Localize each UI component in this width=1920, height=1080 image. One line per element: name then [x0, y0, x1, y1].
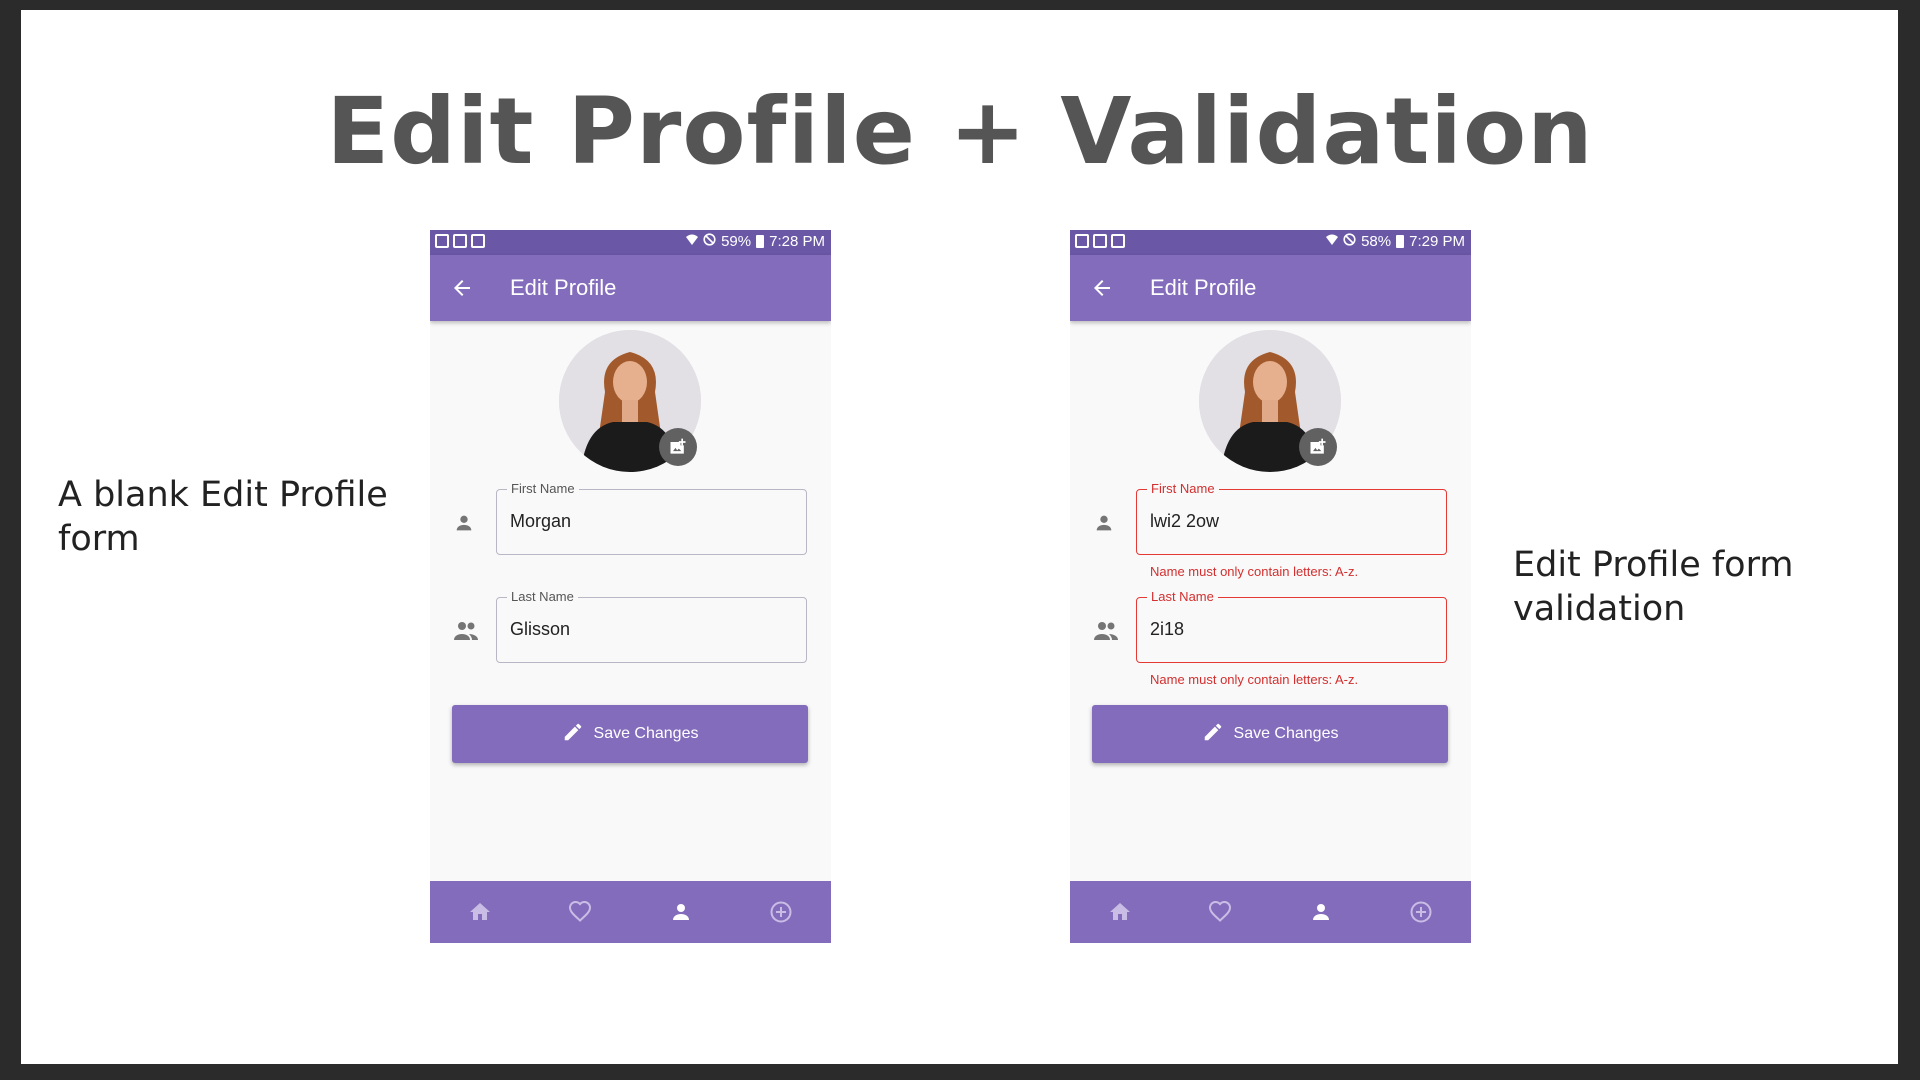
battery-icon	[1396, 235, 1405, 248]
download-icon	[471, 234, 485, 248]
person-icon	[1093, 512, 1115, 539]
profile-icon[interactable]	[1301, 892, 1341, 932]
profile-icon[interactable]	[661, 892, 701, 932]
first-name-error: Name must only contain letters: A-z.	[1150, 564, 1359, 579]
arrow-back-icon[interactable]	[450, 276, 474, 305]
people-icon	[453, 620, 479, 647]
phone-screenshot-blank-form: 59% 7:28 PM Edit Profile First Name Morg…	[430, 230, 831, 943]
phone-screenshot-validation: 58% 7:29 PM Edit Profile First Name lwi2…	[1070, 230, 1471, 943]
bottom-navigation	[1070, 881, 1471, 943]
first-name-value: Morgan	[510, 511, 572, 531]
battery-percent: 58%	[1361, 233, 1392, 250]
app-bar: Edit Profile	[1070, 255, 1471, 321]
pencil-icon	[562, 721, 584, 748]
save-changes-button[interactable]: Save Changes	[1092, 705, 1448, 763]
gallery-icon	[1075, 234, 1089, 248]
first-name-value: lwi2 2ow	[1150, 511, 1220, 531]
last-name-field[interactable]: Last Name Glisson	[496, 589, 807, 663]
wifi-icon	[1326, 233, 1339, 250]
flipboard-icon	[453, 234, 467, 248]
app-bar-title: Edit Profile	[1150, 275, 1257, 300]
status-bar: 59% 7:28 PM	[430, 230, 831, 255]
heart-icon[interactable]	[560, 892, 600, 932]
save-changes-label: Save Changes	[1233, 725, 1339, 742]
first-name-field[interactable]: First Name Morgan	[496, 481, 807, 555]
pencil-icon	[1202, 721, 1224, 748]
wifi-icon	[686, 233, 699, 250]
first-name-label: First Name	[1147, 481, 1219, 496]
battery-percent: 59%	[721, 233, 752, 250]
heart-icon[interactable]	[1200, 892, 1240, 932]
add-photo-icon[interactable]	[1299, 428, 1337, 466]
notification-icons	[1075, 234, 1125, 248]
people-icon	[1093, 620, 1119, 647]
last-name-value: Glisson	[510, 619, 571, 639]
caption-right: Edit Profile form validation	[1513, 545, 1794, 629]
flipboard-icon	[1093, 234, 1107, 248]
download-icon	[1111, 234, 1125, 248]
person-icon	[453, 512, 475, 539]
home-icon[interactable]	[1100, 892, 1140, 932]
caption-left: A blank Edit Profile form	[58, 475, 388, 559]
last-name-label: Last Name	[1147, 589, 1218, 604]
last-name-error: Name must only contain letters: A-z.	[1150, 672, 1359, 687]
do-not-disturb-icon	[1343, 233, 1356, 250]
home-icon[interactable]	[460, 892, 500, 932]
status-bar: 58% 7:29 PM	[1070, 230, 1471, 255]
last-name-value: 2i18	[1150, 619, 1185, 639]
app-bar: Edit Profile	[430, 255, 831, 321]
last-name-field[interactable]: Last Name 2i18	[1136, 589, 1447, 663]
first-name-field[interactable]: First Name lwi2 2ow	[1136, 481, 1447, 555]
add-photo-icon[interactable]	[659, 428, 697, 466]
app-bar-title: Edit Profile	[510, 275, 617, 300]
arrow-back-icon[interactable]	[1090, 276, 1114, 305]
add-circle-icon[interactable]	[761, 892, 801, 932]
bottom-navigation	[430, 881, 831, 943]
do-not-disturb-icon	[703, 233, 716, 250]
status-time: 7:28 PM	[769, 233, 825, 250]
last-name-label: Last Name	[507, 589, 578, 604]
notification-icons	[435, 234, 485, 248]
battery-icon	[756, 235, 765, 248]
add-circle-icon[interactable]	[1401, 892, 1441, 932]
save-changes-label: Save Changes	[593, 725, 699, 742]
first-name-label: First Name	[507, 481, 579, 496]
gallery-icon	[435, 234, 449, 248]
status-time: 7:29 PM	[1409, 233, 1465, 250]
slide-title: Edit Profile + Validation	[326, 78, 1594, 185]
save-changes-button[interactable]: Save Changes	[452, 705, 808, 763]
